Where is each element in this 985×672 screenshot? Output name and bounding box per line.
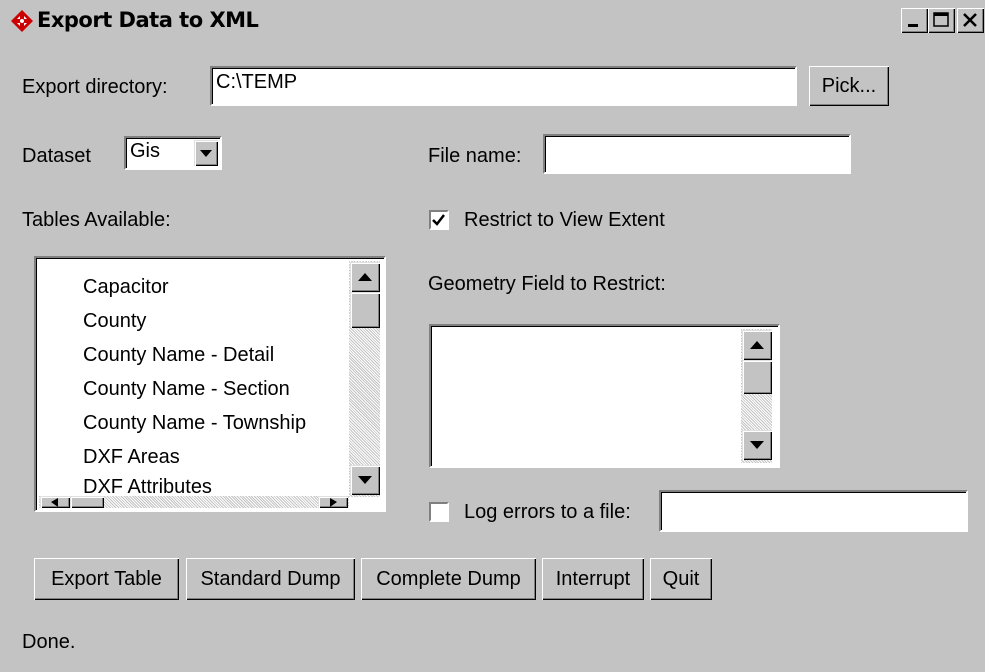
arrow-up-icon	[358, 273, 372, 281]
export-directory-label: Export directory:	[22, 76, 168, 98]
scroll-right-button[interactable]	[318, 496, 348, 508]
arrow-down-icon	[750, 441, 764, 449]
export-table-button[interactable]: Export Table	[34, 558, 179, 600]
log-errors-label: Log errors to a file:	[464, 501, 631, 523]
scroll-up-button[interactable]	[350, 262, 380, 292]
interrupt-button[interactable]: Interrupt	[542, 558, 644, 600]
dataset-select[interactable]: Gis	[124, 136, 222, 170]
horizontal-scroll-thumb[interactable]	[70, 496, 104, 508]
list-item[interactable]: County Name - Detail	[83, 344, 274, 367]
arrow-left-icon	[51, 498, 58, 507]
app-icon	[11, 10, 33, 32]
list-item[interactable]: Capacitor	[83, 276, 169, 299]
chevron-down-icon	[200, 150, 212, 157]
pick-button[interactable]: Pick...	[809, 66, 889, 106]
maximize-button[interactable]	[928, 8, 955, 33]
tables-available-label: Tables Available:	[22, 209, 171, 231]
export-directory-input[interactable]: C:\TEMP	[210, 66, 797, 106]
dataset-dropdown-button[interactable]	[194, 140, 218, 166]
file-name-label: File name:	[428, 145, 522, 167]
scroll-thumb[interactable]	[350, 292, 380, 328]
restrict-checkbox[interactable]	[429, 210, 449, 230]
status-text: Done.	[22, 631, 76, 653]
export-directory-value: C:\TEMP	[216, 71, 298, 93]
close-button[interactable]	[957, 8, 984, 33]
file-name-input[interactable]	[543, 134, 851, 174]
scroll-left-button[interactable]	[40, 496, 70, 508]
maximize-icon	[933, 12, 949, 27]
log-errors-checkbox[interactable]	[429, 502, 449, 522]
list-item[interactable]: County Name - Township	[83, 412, 306, 435]
geometry-scroll-thumb[interactable]	[742, 360, 772, 394]
list-item[interactable]: DXF Attributes	[83, 476, 212, 496]
list-item[interactable]: County	[83, 310, 146, 333]
minimize-icon	[908, 24, 918, 27]
title-bar[interactable]: Export Data to XML	[0, 0, 985, 42]
close-icon	[963, 13, 977, 27]
geometry-field-listbox[interactable]	[429, 324, 780, 468]
standard-dump-button[interactable]: Standard Dump	[186, 558, 355, 600]
export-dialog-window: Export Data to XML Export directory: C:\…	[0, 0, 985, 672]
list-item[interactable]: DXF Areas	[83, 446, 180, 469]
complete-dump-button[interactable]: Complete Dump	[361, 558, 536, 600]
list-item[interactable]: County Name - Section	[83, 378, 290, 401]
geometry-scroll-down-button[interactable]	[742, 430, 772, 460]
geometry-scroll-up-button[interactable]	[742, 330, 772, 360]
arrow-right-icon	[330, 498, 337, 507]
tables-listbox[interactable]: Capacitor County County Name - Detail Co…	[34, 256, 386, 512]
arrow-down-icon	[358, 476, 372, 484]
checkmark-icon	[432, 214, 445, 226]
dataset-selected-value: Gis	[130, 140, 160, 162]
dataset-label: Dataset	[22, 145, 91, 167]
quit-button[interactable]: Quit	[650, 558, 712, 600]
window-title: Export Data to XML	[37, 8, 259, 32]
log-file-input[interactable]	[659, 490, 968, 532]
minimize-button[interactable]	[901, 8, 928, 33]
scroll-down-button[interactable]	[350, 465, 380, 495]
restrict-label: Restrict to View Extent	[464, 209, 665, 231]
arrow-up-icon	[750, 341, 764, 349]
geometry-field-label: Geometry Field to Restrict:	[428, 273, 666, 295]
